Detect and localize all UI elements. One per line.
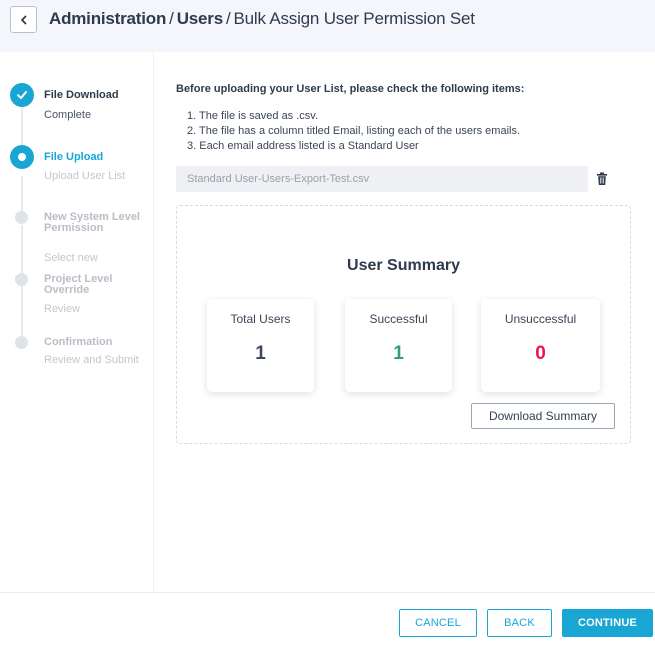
download-summary-button[interactable]: Download Summary bbox=[471, 403, 615, 429]
unsuccessful-card: Unsuccessful 0 bbox=[481, 299, 600, 392]
pending-step-icon bbox=[15, 273, 28, 286]
trash-icon[interactable] bbox=[596, 172, 608, 186]
breadcrumb-separator: / bbox=[225, 9, 231, 28]
chevron-left-icon bbox=[20, 15, 26, 24]
active-step-icon bbox=[10, 145, 34, 169]
instruction-item: 1. The file is saved as .csv. bbox=[187, 110, 319, 122]
footer-divider bbox=[0, 592, 655, 593]
step-title: Project Level Override bbox=[44, 273, 113, 296]
uploaded-file-field[interactable]: Standard User-Users-Export-Test.csv bbox=[176, 166, 588, 192]
step-subtitle: Review bbox=[44, 303, 81, 315]
instruction-item: 2. The file has a column titled Email, l… bbox=[187, 125, 521, 137]
instructions-title: Before uploading your User List, please … bbox=[176, 83, 525, 95]
stepper-connector bbox=[21, 286, 23, 342]
breadcrumb-administration[interactable]: Administration bbox=[49, 9, 166, 28]
successful-card: Successful 1 bbox=[345, 299, 452, 392]
stepper-connector bbox=[21, 225, 23, 277]
continue-button[interactable]: CONTINUE bbox=[562, 609, 653, 637]
page-header: Administration / Users / Bulk Assign User Pe… bbox=[0, 0, 655, 52]
cancel-button[interactable]: CANCEL bbox=[399, 609, 477, 637]
card-label: Successful bbox=[369, 312, 428, 326]
card-value: 0 bbox=[535, 343, 546, 364]
step-subtitle: Complete bbox=[44, 109, 92, 121]
step-subtitle: Upload User List bbox=[44, 170, 126, 182]
step-subtitle: Select new bbox=[44, 252, 98, 264]
card-value: 1 bbox=[393, 343, 404, 364]
card-value: 1 bbox=[255, 343, 266, 364]
card-label: Total Users bbox=[230, 312, 291, 326]
breadcrumb-current-page: Bulk Assign User Permission Set bbox=[233, 9, 475, 28]
breadcrumb-separator: / bbox=[169, 9, 174, 28]
instruction-item: 3. Each email address listed is a Standa… bbox=[187, 140, 419, 152]
main-content: Before uploading your User List, please … bbox=[153, 52, 655, 592]
step-title: Confirmation bbox=[44, 336, 113, 348]
breadcrumb: Administration / Users / Bulk Assign User Pe… bbox=[49, 9, 475, 29]
step-title: File Download bbox=[44, 89, 119, 101]
instructions-list: 1. The file is saved as .csv. 2. The fil… bbox=[187, 109, 520, 154]
card-label: Unsuccessful bbox=[504, 312, 577, 326]
step-title: New System Level Permission bbox=[44, 211, 140, 234]
back-button[interactable]: BACK bbox=[487, 609, 552, 637]
total-users-card: Total Users 1 bbox=[207, 299, 314, 392]
checkmark-icon bbox=[10, 83, 34, 107]
step-title: File Upload bbox=[44, 151, 104, 163]
back-arrow-button[interactable] bbox=[10, 6, 37, 33]
user-summary-panel: User Summary Total Users 1 Successful 1 … bbox=[176, 205, 631, 444]
pending-step-icon bbox=[15, 211, 28, 224]
stepper-connector bbox=[21, 176, 23, 215]
summary-title: User Summary bbox=[347, 257, 460, 274]
pending-step-icon bbox=[15, 336, 28, 349]
wizard-stepper: File Download Complete File Upload Uploa… bbox=[0, 52, 154, 592]
step-subtitle: Review and Submit bbox=[44, 354, 139, 366]
breadcrumb-users[interactable]: Users bbox=[177, 9, 223, 28]
